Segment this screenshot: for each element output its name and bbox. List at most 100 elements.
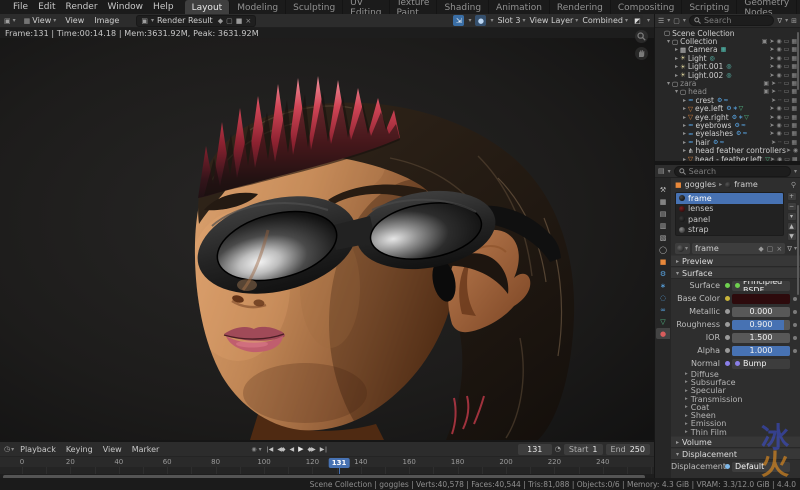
remove-slot-button[interactable]: −	[787, 202, 797, 211]
outliner-row[interactable]: ▸☀Light.002◎➤◉▭▦	[655, 71, 800, 79]
tab-texture-paint[interactable]: Texture Paint	[390, 0, 438, 14]
alpha-slider[interactable]: 1.000	[732, 346, 790, 356]
render-visibility-icon[interactable]: ▦	[792, 156, 798, 161]
surface-dropdown[interactable]: Principled BSDF	[732, 281, 790, 291]
selectable-icon[interactable]: ➤	[771, 139, 776, 146]
viewport-display-icon[interactable]: ▭	[784, 156, 790, 161]
editor-type-icon[interactable]: ▤	[658, 167, 665, 175]
selectable-icon[interactable]: ➤	[769, 105, 774, 112]
menu-edit[interactable]: Edit	[33, 2, 60, 12]
eye-icon[interactable]: ◉	[777, 156, 782, 161]
selectable-icon[interactable]: ➤	[769, 38, 774, 45]
menu-file[interactable]: File	[8, 2, 33, 12]
play-button[interactable]: ▶	[296, 445, 304, 453]
selectable-icon[interactable]: ➤	[769, 63, 774, 70]
eye-icon[interactable]: ◉	[776, 63, 781, 70]
panel-preview[interactable]: ▸ Preview	[671, 255, 800, 267]
view-fit-icon[interactable]: ⇲	[453, 15, 464, 26]
new-collection-icon[interactable]: ⊞	[791, 17, 797, 25]
collapse-icon[interactable]: ▸	[681, 105, 688, 112]
collapse-icon[interactable]: ▸	[681, 156, 688, 161]
render-slot-icon[interactable]: ●	[475, 15, 486, 26]
outliner-row[interactable]: ▸≈crest⚙≈➤╌▭▦	[655, 96, 800, 104]
outliner-row[interactable]: ▢Scene Collection	[655, 29, 800, 37]
image-editor-menu-image[interactable]: Image	[89, 16, 124, 25]
properties-tab-constraints[interactable]: ∞	[656, 304, 670, 315]
exclude-checkbox-icon[interactable]: ▣	[763, 88, 769, 95]
properties-tab-render[interactable]: ▦	[656, 196, 670, 207]
editor-type-button[interactable]: ▣ ▾	[0, 15, 20, 27]
clock-editor-icon[interactable]: ◷	[4, 445, 10, 453]
copy-material-icon[interactable]: ▢	[767, 245, 774, 253]
base-color-swatch[interactable]	[732, 294, 790, 304]
menu-help[interactable]: Help	[148, 2, 179, 12]
material-slot-strap[interactable]: strap	[676, 225, 783, 236]
pin-icon[interactable]: ⚲	[791, 181, 796, 189]
eye-icon[interactable]: ◉	[776, 130, 781, 137]
current-frame-field[interactable]: 131	[518, 444, 552, 455]
filter-collection-icon[interactable]: ▢	[673, 17, 680, 25]
properties-tab-view-layer[interactable]: ▥	[656, 220, 670, 231]
viewport-display-icon[interactable]: ▭	[784, 55, 790, 62]
slot-specials-button[interactable]: ▾	[787, 212, 797, 221]
eye-icon[interactable]: ◉	[793, 147, 798, 154]
mode-dropdown[interactable]: ▦ View ▾	[20, 15, 61, 27]
viewport-display-icon[interactable]: ▭	[784, 72, 790, 79]
displacement-dropdown[interactable]: Default	[732, 462, 790, 472]
selectable-icon[interactable]: ➤	[769, 122, 774, 129]
move-slot-up-button[interactable]: ▲	[787, 222, 797, 231]
outliner-row[interactable]: ▾▢zara▣➤╌▭▦	[655, 79, 800, 87]
open-image-icon[interactable]: ■	[236, 17, 243, 25]
unlink-material-icon[interactable]: ×	[776, 245, 782, 253]
tab-modeling[interactable]: Modeling	[230, 0, 286, 14]
current-frame-badge[interactable]: 131	[329, 458, 350, 468]
fake-user-icon[interactable]: ◆	[758, 245, 763, 253]
eye-icon[interactable]: ╌	[778, 88, 782, 95]
outliner-item-label[interactable]: head - feather.left	[695, 155, 762, 161]
properties-tab-data[interactable]: ▽	[656, 316, 670, 327]
render-visibility-icon[interactable]: ▦	[791, 97, 797, 104]
viewport-display-icon[interactable]: ▭	[784, 139, 790, 146]
properties-tab-material[interactable]: ●	[656, 328, 670, 339]
properties-tab-particles[interactable]: ∗	[656, 280, 670, 291]
timeline-menu-view[interactable]: View	[98, 445, 127, 454]
breadcrumb-object[interactable]: goggles	[685, 180, 716, 189]
outliner-row[interactable]: ▸▦Camera▦➤◉▭▦	[655, 46, 800, 54]
render-slot-dropdown[interactable]: Slot 3▾	[497, 16, 525, 25]
tab-shading[interactable]: Shading	[437, 0, 489, 14]
eye-icon[interactable]: ╌	[778, 97, 782, 104]
eye-icon[interactable]: ◉	[776, 105, 781, 112]
tab-sculpting[interactable]: Sculpting	[286, 0, 343, 14]
viewport-display-icon[interactable]: ▭	[784, 97, 790, 104]
browse-image-icon[interactable]: ▣	[141, 17, 148, 25]
outliner-row[interactable]: ▾▢head▣➤╌▭▦	[655, 88, 800, 96]
timeline-menu-marker[interactable]: Marker	[127, 445, 165, 454]
tab-compositing[interactable]: Compositing	[611, 0, 682, 14]
expand-icon[interactable]: ▾	[665, 80, 672, 87]
collapse-icon[interactable]: ▸	[681, 147, 688, 154]
display-channels-icon[interactable]: ◩	[632, 15, 643, 26]
selectable-icon[interactable]: ➤	[771, 88, 776, 95]
eye-icon[interactable]: ╌	[778, 139, 782, 146]
render-visibility-icon[interactable]: ▦	[791, 122, 797, 129]
material-filter-icon[interactable]: ∇	[787, 245, 792, 253]
new-image-icon[interactable]: ▢	[226, 17, 233, 25]
properties-search[interactable]: Search	[674, 166, 791, 177]
render-viewport[interactable]: Frame:131 | Time:00:14.18 | Mem:3631.92M…	[0, 28, 654, 440]
outliner-row[interactable]: ▸≈eyelashes⚙≈➤◉▭▦	[655, 130, 800, 138]
panel-surface[interactable]: ▾ Surface	[671, 267, 800, 279]
subpanel-thin-film[interactable]: ▸Thin Film	[671, 428, 800, 436]
eye-icon[interactable]: ◉	[776, 55, 781, 62]
viewport-display-icon[interactable]: ▭	[784, 63, 790, 70]
selectable-icon[interactable]: ➤	[770, 156, 775, 161]
timeline-menu-keying[interactable]: Keying	[61, 445, 98, 454]
outliner-scrollbar[interactable]	[797, 32, 799, 90]
zoom-gizmo[interactable]	[635, 30, 648, 43]
pass-dropdown[interactable]: Combined▾	[582, 16, 628, 25]
viewport-display-icon[interactable]: ▭	[784, 105, 790, 112]
material-slot-panel[interactable]: panel	[676, 214, 783, 225]
collapse-icon[interactable]: ▸	[673, 72, 680, 79]
play-reverse-button[interactable]: ◀	[288, 446, 296, 453]
selectable-icon[interactable]: ➤	[769, 55, 774, 62]
tab-scripting[interactable]: Scripting	[682, 0, 737, 14]
